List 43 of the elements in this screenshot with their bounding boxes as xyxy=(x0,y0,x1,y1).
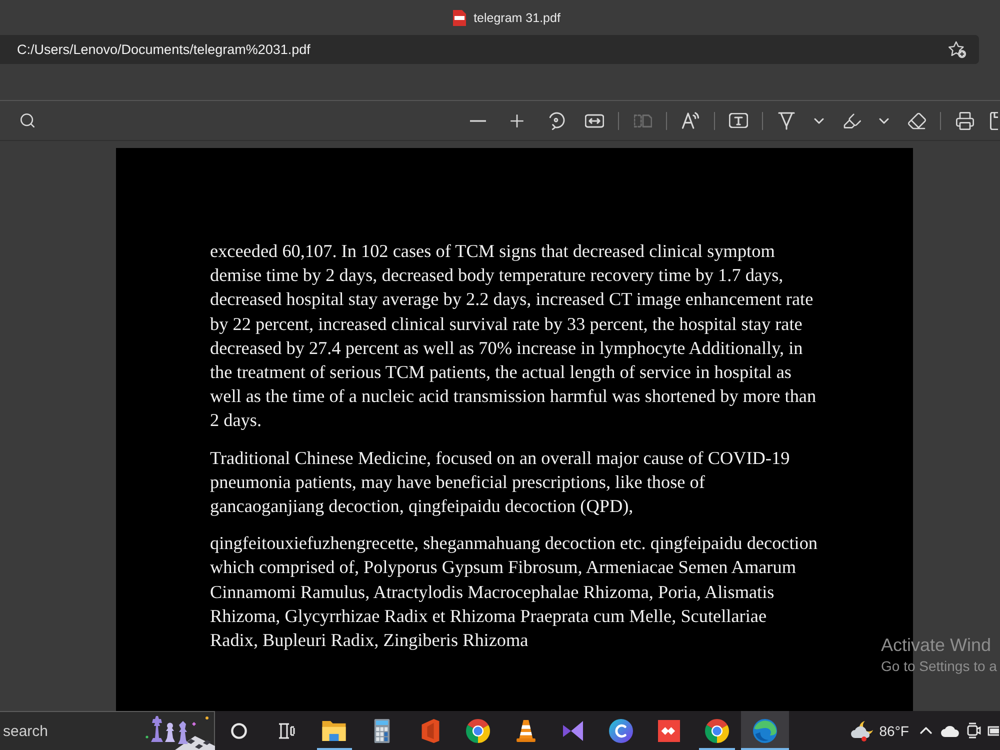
paragraph-text: Traditional Chinese Medicine, focused on an overall major cause of COVID-19 pneumonia patients, may have beneficial prescriptions, like those of gancaoganjiang decoction, qingfeipaidu decoction (QPD), xyxy=(210,446,791,518)
save-icon xyxy=(990,112,998,130)
browser-icon xyxy=(704,718,729,742)
paragraph-text: qingfeitouxiefuzhengrecette, sheganmahuang decoction etc. qingfeipaidu decoction which comprised of, Polyporus Gypsum Fibrosum, Armeniacae Semen Amarum Cinnamomi Ramulus, Atractylodis Macrocephalae Rhizoma, Poria, Alismatis Rhizoma, Glycyrrhizae Radix et Rhizoma Praeprata cum Melle, Scutellariae Radix, Bupleuri Radix, Zingiberis Rhizoma xyxy=(210,532,818,652)
eraser-icon xyxy=(906,110,926,130)
chevron-down-icon xyxy=(879,118,889,124)
favorite-add-icon[interactable] xyxy=(948,40,967,58)
rotate-icon xyxy=(546,111,564,130)
temperature-text: 86°F xyxy=(879,722,909,738)
ring-icon xyxy=(230,722,247,738)
activation-subtitle: Go to Settings to a xyxy=(881,658,997,674)
weather-icon xyxy=(849,720,876,742)
search-icon xyxy=(19,112,36,129)
battery-icon xyxy=(987,726,999,736)
search-field[interactable]: search xyxy=(0,711,215,750)
window-title: telegram 31.pdf xyxy=(474,10,560,24)
highlighter-icon xyxy=(842,110,862,130)
letter-c-logo-icon xyxy=(609,718,634,742)
paragraph-text: exceeded 60,107. In 102 cases of TCM signs that decreased clinical symptom demise time by 2 days, decreased body temperature recovery time by 1.7 days, decreased hospital stay average by 2.2 days, increased CT image enhancement rate by 22 percent, increased clinical survival rate by 33 percent, the hospital stay rate decreased by 27.4 percent as well as 70% increase in lymphocyte Additionally, in the treatment of serious TCM patients, the actual length of service in hospital as well as the time of a nucleic acid transmission harmful was shortened by more than 2 days. xyxy=(210,240,818,432)
browser-icon xyxy=(466,718,490,742)
printer-icon xyxy=(954,110,974,130)
two-pages-icon xyxy=(634,114,652,128)
chevron-down-icon xyxy=(814,118,824,124)
office-icon xyxy=(420,718,440,742)
swirl-icon xyxy=(752,718,777,742)
text-box-icon xyxy=(729,113,748,128)
activation-title: Activate Wind xyxy=(881,635,992,656)
camera-icon xyxy=(967,722,981,739)
task-view-icon xyxy=(278,722,296,738)
diamonds-icon xyxy=(658,720,680,742)
chevron-up-icon xyxy=(920,727,932,734)
pdf-file-icon xyxy=(452,10,467,26)
cloud-icon xyxy=(940,724,960,736)
traffic-cone-icon xyxy=(516,720,536,742)
read-aloud-icon xyxy=(681,112,700,129)
bow-tie-icon xyxy=(562,720,584,740)
pen-icon xyxy=(778,112,795,130)
folder-icon xyxy=(322,720,346,740)
fit-width-icon xyxy=(585,114,604,128)
address-field[interactable]: C:/Users/Lenovo/Documents/telegram%2031.pdf xyxy=(0,35,979,64)
minus-icon xyxy=(470,120,486,122)
url-text: C:/Users/Lenovo/Documents/telegram%2031.pdf xyxy=(17,42,310,57)
calculator-icon xyxy=(373,718,392,742)
